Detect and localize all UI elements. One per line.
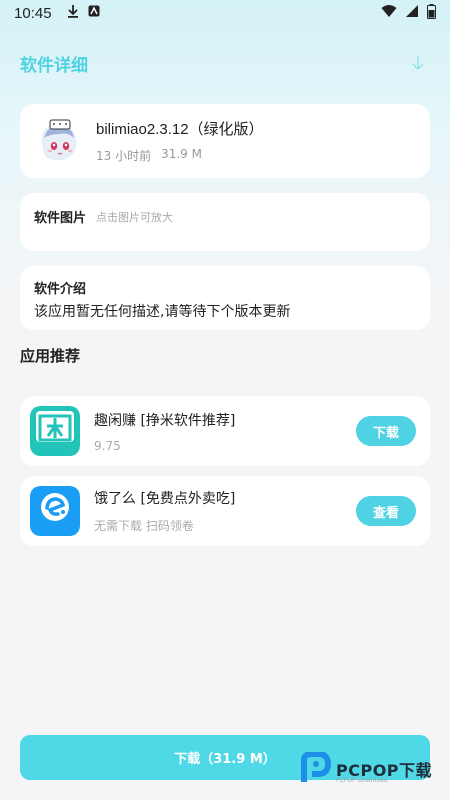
app-size: 31.9 M — [161, 147, 202, 161]
software-intro-text: 该应用暂无任何描述,请等待下个版本更新 — [34, 304, 291, 320]
app-notification-icon — [88, 5, 100, 21]
software-images-hint: 点击图片可放大 — [96, 211, 174, 224]
status-time: 10:45 — [14, 4, 52, 22]
page-title: 软件详细 — [20, 55, 88, 76]
pcpop-watermark: PCPOP下载 PCPOP Download — [300, 748, 448, 790]
app-name: bilimiao2.3.12（绿化版） — [96, 121, 264, 138]
app-info-card: bilimiao2.3.12（绿化版） 13 小时前 31.9 M — [20, 104, 430, 178]
bilimiao-app-icon — [34, 116, 84, 166]
recommend-item[interactable]: 趣闲赚 [挣米软件推荐] 9.75 下载 — [20, 396, 430, 466]
header: 软件详细 — [0, 42, 450, 84]
recommend-item-rating: 9.75 — [94, 438, 121, 453]
wifi-icon — [381, 4, 397, 22]
watermark-subtext: PCPOP Download — [336, 777, 388, 784]
recommend-item-name: 饿了么 [免费点外卖吃] — [94, 491, 236, 507]
recommend-title: 应用推荐 — [20, 347, 81, 365]
software-intro-label: 软件介绍 — [34, 282, 87, 297]
signal-icon — [405, 4, 419, 22]
download-button[interactable]: 下载 — [356, 416, 416, 446]
status-bar: 10:45 — [0, 0, 450, 26]
software-images-label: 软件图片 — [34, 211, 87, 226]
recommend-item-name: 趣闲赚 [挣米软件推荐] — [94, 412, 236, 429]
download-notification-icon — [66, 4, 80, 22]
quxianzhuan-app-icon — [30, 406, 80, 456]
software-intro-card: 软件介绍 该应用暂无任何描述,请等待下个版本更新 — [20, 266, 430, 330]
pcpop-logo-icon — [301, 752, 332, 782]
view-button[interactable]: 查看 — [356, 496, 416, 526]
app-updated-time: 13 小时前 — [96, 149, 152, 163]
download-icon[interactable] — [406, 51, 430, 75]
battery-icon — [427, 3, 436, 23]
recommend-item-subtitle: 无需下载 扫码领卷 — [94, 519, 194, 533]
recommend-item[interactable]: 饿了么 [免费点外卖吃] 无需下载 扫码领卷 查看 — [20, 476, 430, 546]
eleme-app-icon — [30, 486, 80, 536]
software-images-card[interactable]: 软件图片 点击图片可放大 — [20, 193, 430, 251]
